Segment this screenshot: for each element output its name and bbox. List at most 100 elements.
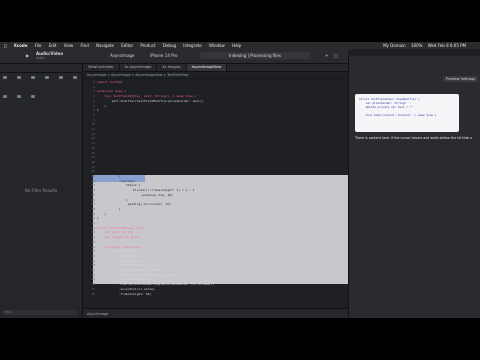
status-item-clock[interactable]: Wed Feb 8 6:05 PM — [428, 43, 466, 48]
line-number: 11 — [91, 127, 95, 131]
menu-status-area: My Domain 100% Wed Feb 8 6:05 PM — [383, 42, 470, 49]
add-icon[interactable]: + — [325, 53, 328, 58]
inspector-toggle-icon[interactable]: □ — [334, 53, 338, 58]
line-number: 9 — [93, 117, 95, 122]
menu-view[interactable]: View — [64, 43, 74, 48]
preview-card: struct TextFieldView: ViewModifier { var… — [355, 94, 459, 132]
no-filter-results: No Filter Results — [24, 188, 58, 193]
line-number: 5 — [93, 98, 95, 103]
line-number: 24 — [91, 188, 95, 193]
code-line: var body: some View { — [97, 244, 143, 249]
source-control-icon[interactable] — [17, 76, 22, 79]
code-line: } — [97, 211, 107, 216]
line-number: 34 — [91, 235, 95, 240]
line-number: 17 — [91, 155, 95, 160]
code-line: } — [97, 216, 99, 221]
code-line: .background(Color.white.opacity(0.1)) — [97, 272, 186, 277]
line-number: 25 — [91, 192, 95, 197]
issue-navigator-icon[interactable] — [59, 76, 64, 79]
menu-find[interactable]: Find — [81, 43, 89, 48]
status-item-domain[interactable]: My Domain — [383, 43, 406, 48]
apple-menu-icon[interactable]:  — [4, 43, 6, 48]
preview-canvas: Preview Settings TextFieldViewTextFieldV… — [348, 56, 480, 318]
editor-tab[interactable]: Xc AsyncImage — [120, 64, 158, 71]
menu-editor[interactable]: Editor — [121, 43, 133, 48]
status-item-battery[interactable]: 100% — [411, 43, 422, 48]
line-number: 46 — [91, 291, 95, 296]
line-number: 23 — [91, 183, 95, 188]
code-line: } — [97, 169, 128, 174]
line-number: 6 — [93, 103, 95, 108]
line-number: 8 — [93, 112, 95, 117]
code-line: .frame(height: 50) — [97, 291, 152, 296]
line-number: 13 — [91, 136, 95, 141]
debug-bar: AsyncImage — [83, 308, 348, 318]
code-line: let isSecured: Bool — [97, 235, 139, 240]
line-number: 15 — [91, 145, 95, 150]
line-number: 14 — [91, 141, 95, 146]
debug-navigator-icon[interactable] — [3, 95, 7, 98]
line-number: 2 — [93, 84, 95, 89]
code-line: self.modifier(TextFieldModifier(placehol… — [97, 98, 204, 103]
menu-product[interactable]: Product — [140, 43, 155, 48]
line-number: 37 — [91, 249, 95, 254]
line-number: 31 — [91, 221, 95, 225]
line-number: 39 — [91, 258, 95, 263]
line-number: 36 — [91, 244, 95, 249]
code-line: .overlay( — [97, 178, 135, 183]
code-line: TextField(text) — [97, 249, 139, 254]
navigator-filter-input[interactable]: Filter — [2, 310, 78, 315]
line-number: 33 — [91, 230, 95, 235]
line-number: 7 — [93, 108, 95, 113]
report-navigator-icon[interactable] — [31, 95, 36, 98]
code-line: ) — [97, 206, 121, 211]
scheme-selector[interactable]: AsyncImage — [110, 53, 134, 58]
find-navigator-icon[interactable] — [45, 76, 50, 79]
test-navigator-icon[interactable] — [73, 76, 78, 79]
preview-settings-button[interactable]: Preview Settings — [442, 76, 478, 82]
editor-tab[interactable]: Xc Images — [157, 64, 187, 71]
activity-status: Indexing | Processing files — [200, 52, 310, 59]
code-line: .padding(.horizontal, 20) — [97, 202, 172, 207]
line-number: 21 — [91, 174, 95, 178]
code-line: Divider().frame(height: 1) ? 1 : 1 — [97, 188, 195, 193]
code-line: let text: String — [97, 230, 134, 235]
line-number: 28 — [91, 206, 95, 211]
code-line: .cornerRadius(10) — [97, 277, 150, 282]
code-line: VStack { — [97, 183, 141, 188]
editor-tab-active[interactable]: AsyncImageView — [186, 64, 228, 71]
breakpoint-navigator-icon[interactable] — [17, 95, 22, 98]
line-number: 27 — [91, 202, 95, 207]
menu-window[interactable]: Window — [209, 43, 225, 48]
line-number: 22 — [91, 178, 95, 183]
code-line: .foregroundColor(.white) — [97, 268, 163, 272]
project-navigator-icon[interactable] — [3, 76, 7, 79]
menu-navigate[interactable]: Navigate — [96, 43, 114, 48]
code-line: HStack { — [97, 150, 141, 155]
run-button[interactable]: ▶ — [26, 53, 29, 58]
code-line: content — [97, 141, 125, 146]
code-line: } — [97, 103, 107, 108]
code-line: func body(content: Content) -> some View… — [97, 136, 181, 141]
preview-caption: There is content here. If the cursor hov… — [355, 136, 472, 140]
menu-debug[interactable]: Debug — [163, 43, 176, 48]
menu-integrate[interactable]: Integrate — [183, 43, 201, 48]
editor-tab-bar: ViewController Xc AsyncImage Xc Images Asyn… — [83, 64, 348, 72]
branch-name[interactable]: main — [36, 56, 44, 60]
line-number: 18 — [91, 159, 95, 164]
destination-selector[interactable]: iPhone 14 Pro — [150, 53, 177, 58]
line-number: 45 — [91, 286, 95, 291]
menu-help[interactable]: Help — [232, 43, 241, 48]
menu-edit[interactable]: Edit — [49, 43, 57, 48]
menu-app-name[interactable]: Xcode — [14, 43, 28, 48]
code-line: ) — [97, 174, 121, 178]
debug-bar-label: AsyncImage — [87, 312, 109, 316]
code-area[interactable]: 1 import SwiftUI 2 3 extension View {4 func … — [83, 78, 348, 308]
line-number: 32 — [91, 225, 95, 230]
editor-tab[interactable]: ViewController — [83, 64, 120, 71]
menu-file[interactable]: File — [35, 43, 42, 48]
line-number: 10 — [91, 122, 95, 127]
line-number: 40 — [91, 263, 95, 268]
navigator-sidebar: No Filter Results Filter — [0, 64, 83, 318]
symbol-navigator-icon[interactable] — [31, 76, 36, 79]
